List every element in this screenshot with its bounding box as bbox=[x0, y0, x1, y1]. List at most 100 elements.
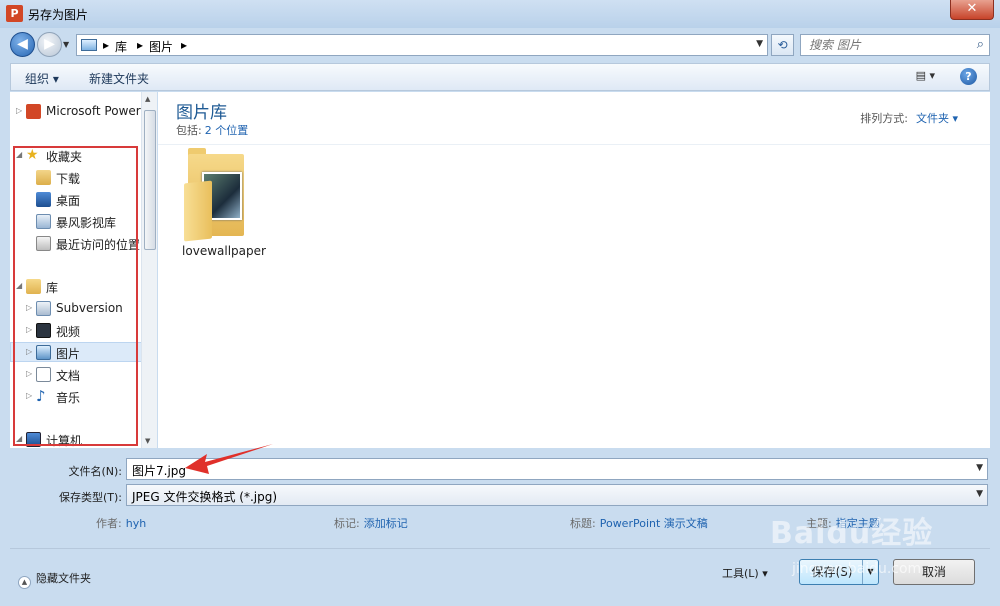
folder-item[interactable]: lovewallpaper bbox=[180, 148, 268, 262]
folder-front bbox=[184, 180, 212, 242]
nav-item-label: 库 bbox=[46, 281, 59, 295]
organize-menu[interactable]: 组织 ▾ bbox=[25, 70, 59, 87]
filetype-select[interactable]: JPEG 文件交换格式 (*.jpg) ▼ bbox=[126, 484, 988, 506]
back-button[interactable]: ◀ bbox=[10, 32, 35, 57]
title-bar: P 另存为图片 ✕ bbox=[0, 0, 1000, 28]
baidu-watermark: Baidu经验 bbox=[770, 516, 934, 551]
file-list-pane: 图片库 包括: 2 个位置 排列方式: 文件夹 ▾ lovewallpaper bbox=[158, 92, 990, 448]
nav-item-desktop[interactable]: 桌面 bbox=[10, 190, 142, 210]
filetype-dropdown-icon[interactable]: ▼ bbox=[976, 489, 983, 499]
breadcrumb-separator-icon[interactable]: ▸ bbox=[103, 38, 109, 52]
nav-item-label: 暴风影视库 bbox=[56, 216, 117, 230]
forward-button[interactable]: ▶ bbox=[37, 32, 62, 57]
expand-icon[interactable]: ▷ bbox=[26, 369, 32, 378]
author-value[interactable]: hyh bbox=[126, 517, 146, 530]
nav-item-label: 最近访问的位置 bbox=[56, 238, 141, 252]
navigation-pane: ▷ Microsoft PowerPoint ◢ ★ 收藏夹 下载 桌面 暴风影… bbox=[10, 92, 157, 448]
scrollbar-thumb[interactable] bbox=[144, 110, 156, 250]
desktop-icon bbox=[36, 192, 51, 207]
computer-icon bbox=[26, 432, 41, 447]
breadcrumb-pictures[interactable]: 图片 bbox=[149, 38, 173, 55]
address-bar[interactable]: ▸ 库 ▸ 图片 ▸ ▼ bbox=[76, 34, 768, 56]
expand-icon[interactable]: ▷ bbox=[26, 391, 32, 400]
close-button[interactable]: ✕ bbox=[950, 0, 994, 20]
nav-item-libraries[interactable]: ◢ 库 bbox=[10, 277, 142, 297]
breadcrumb-separator-icon[interactable]: ▸ bbox=[181, 38, 187, 52]
expand-icon[interactable]: ▷ bbox=[26, 303, 32, 312]
hide-folders-toggle[interactable]: ▲ 隐藏文件夹 bbox=[18, 570, 91, 589]
nav-item-label: 下载 bbox=[56, 172, 81, 186]
recent-pages-dropdown-icon[interactable]: ▼ bbox=[63, 40, 69, 49]
nav-item-computer[interactable]: ◢ 计算机 bbox=[10, 430, 142, 448]
command-bar: 组织 ▾ 新建文件夹 ▤ ▾ ? bbox=[10, 63, 990, 91]
tags-label: 标记: bbox=[334, 517, 360, 530]
library-icon bbox=[26, 279, 41, 294]
folder-name: lovewallpaper bbox=[182, 244, 266, 258]
nav-item-label: 图片 bbox=[56, 347, 81, 361]
expand-icon[interactable]: ▷ bbox=[26, 325, 32, 334]
nav-scrollbar[interactable]: ▲ ▼ bbox=[141, 92, 157, 448]
includes-locations-link[interactable]: 2 个位置 bbox=[205, 124, 249, 137]
nav-item-label: 视频 bbox=[56, 325, 81, 339]
subversion-icon bbox=[36, 301, 51, 316]
refresh-button[interactable]: ⟲ bbox=[771, 34, 794, 56]
nav-item-documents[interactable]: ▷ 文档 bbox=[10, 365, 142, 385]
nav-item-label: 桌面 bbox=[56, 194, 81, 208]
scroll-up-icon[interactable]: ▲ bbox=[145, 95, 150, 103]
star-icon: ★ bbox=[26, 147, 39, 163]
scroll-down-icon[interactable]: ▼ bbox=[145, 437, 150, 445]
powerpoint-icon bbox=[26, 104, 41, 119]
help-icon[interactable]: ? bbox=[960, 68, 977, 85]
header-divider bbox=[158, 144, 990, 145]
nav-item-music[interactable]: ▷ ♪ 音乐 bbox=[10, 387, 142, 407]
search-input[interactable] bbox=[801, 35, 961, 55]
nav-item-subversion[interactable]: ▷ Subversion bbox=[10, 299, 142, 319]
library-title: 图片库 bbox=[176, 103, 227, 123]
pictures-library-icon bbox=[81, 39, 97, 51]
filename-label: 文件名(N): bbox=[68, 465, 122, 478]
new-folder-button[interactable]: 新建文件夹 bbox=[89, 70, 149, 87]
author-label: 作者: bbox=[96, 517, 122, 530]
nav-item-label: 收藏夹 bbox=[46, 150, 83, 164]
tags-meta: 标记: 添加标记 bbox=[334, 515, 408, 531]
nav-item-recent-places[interactable]: 最近访问的位置 bbox=[10, 234, 142, 254]
change-view-icon[interactable]: ▤ ▾ bbox=[916, 69, 935, 82]
expand-icon[interactable]: ▷ bbox=[16, 106, 22, 115]
nav-item-downloads[interactable]: 下载 bbox=[10, 168, 142, 188]
arrange-by-dropdown[interactable]: 文件夹 ▾ bbox=[916, 112, 958, 125]
search-icon[interactable]: ⌕ bbox=[977, 37, 984, 52]
nav-item-label: Subversion bbox=[56, 301, 123, 315]
tools-menu[interactable]: 工具(L) ▾ bbox=[722, 565, 768, 581]
breadcrumb-separator-icon[interactable]: ▸ bbox=[137, 38, 143, 52]
search-box[interactable]: ⌕ bbox=[800, 34, 990, 56]
chevron-down-icon: ▾ bbox=[762, 567, 768, 580]
library-includes: 包括: 2 个位置 bbox=[176, 122, 248, 138]
pictures-icon bbox=[36, 345, 51, 360]
nav-item-favorites[interactable]: ◢ ★ 收藏夹 bbox=[10, 146, 142, 166]
filename-dropdown-icon[interactable]: ▼ bbox=[976, 463, 983, 473]
music-icon: ♪ bbox=[36, 387, 46, 405]
breadcrumb-library[interactable]: 库 bbox=[115, 38, 127, 55]
title-meta: 标题: PowerPoint 演示文稿 bbox=[570, 515, 708, 531]
chevron-up-icon: ▲ bbox=[18, 576, 31, 589]
nav-item-powerpoint[interactable]: ▷ Microsoft PowerPoint bbox=[10, 102, 156, 122]
download-folder-icon bbox=[36, 170, 51, 185]
address-dropdown-icon[interactable]: ▼ bbox=[756, 39, 763, 49]
nav-item-label: 音乐 bbox=[56, 391, 81, 405]
documents-icon bbox=[36, 367, 51, 382]
nav-item-videos[interactable]: ▷ 视频 bbox=[10, 321, 142, 341]
collapse-icon[interactable]: ◢ bbox=[16, 150, 22, 159]
expand-icon[interactable]: ▷ bbox=[26, 347, 32, 356]
nav-item-video-library[interactable]: 暴风影视库 bbox=[10, 212, 142, 232]
collapse-icon[interactable]: ◢ bbox=[16, 281, 22, 290]
filetype-label: 保存类型(T): bbox=[58, 491, 122, 504]
collapse-icon[interactable]: ◢ bbox=[16, 434, 22, 443]
arrange-label: 排列方式: bbox=[860, 112, 908, 125]
add-tags-link[interactable]: 添加标记 bbox=[364, 517, 408, 530]
hide-folders-label: 隐藏文件夹 bbox=[36, 572, 91, 585]
title-value[interactable]: PowerPoint 演示文稿 bbox=[600, 517, 708, 530]
video-icon bbox=[36, 323, 51, 338]
filename-input[interactable]: 图片7.jpg bbox=[132, 462, 186, 479]
filetype-value: JPEG 文件交换格式 (*.jpg) bbox=[132, 490, 278, 504]
nav-item-pictures[interactable]: ▷ 图片 bbox=[10, 342, 142, 362]
